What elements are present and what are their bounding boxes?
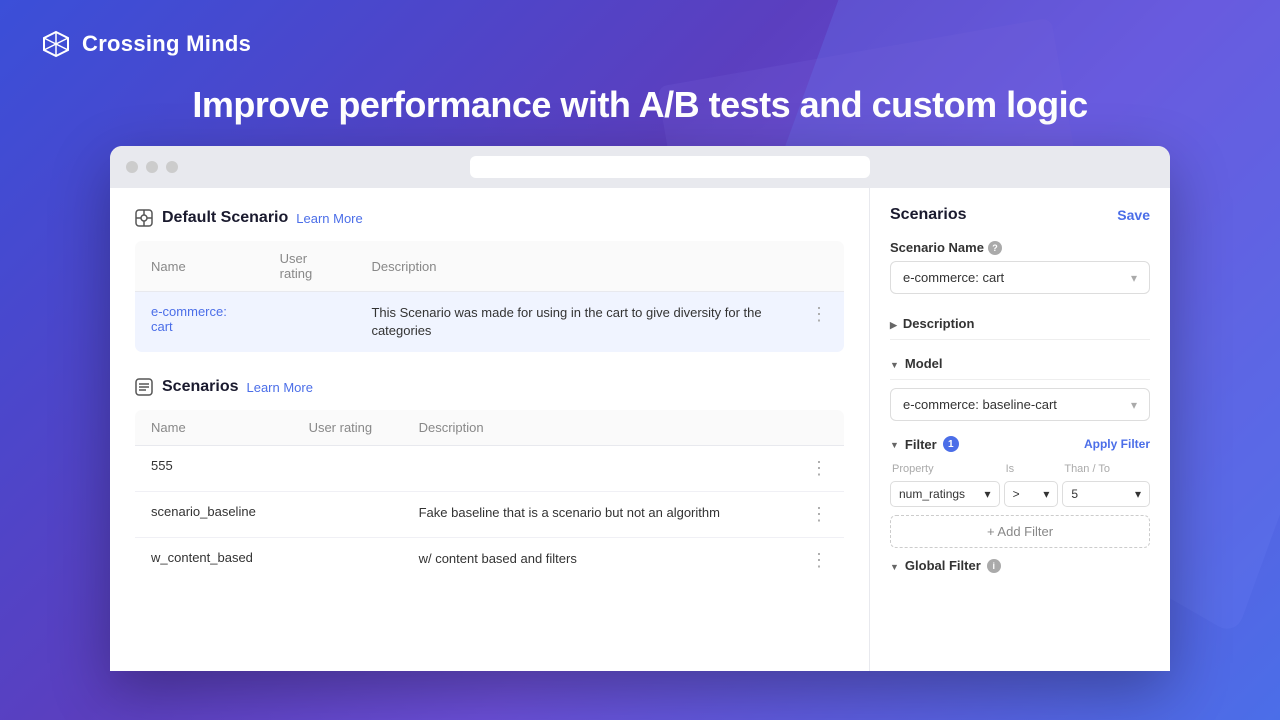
filter-property-label: Property [890, 463, 1000, 475]
row-menu-content[interactable] [786, 538, 844, 584]
default-scenario-section: Default Scenario Learn More Name User ra… [134, 208, 845, 353]
row-menu-555[interactable] [786, 446, 844, 492]
scenarios-header: Scenarios Learn More [134, 377, 845, 397]
filter-section: Filter 1 Apply Filter Property Is Than /… [890, 435, 1150, 558]
filter-header: Filter 1 Apply Filter [890, 435, 1150, 453]
model-toggle[interactable]: Model [890, 348, 1150, 380]
filter-collapse-icon [890, 435, 899, 453]
model-chevron: ▾ [1131, 398, 1137, 412]
row-desc-content: w/ content based and filters [403, 538, 787, 584]
row-desc-baseline: Fake baseline that is a scenario but not… [403, 492, 787, 538]
scenario-name-section: Scenario Name ? e-commerce: cart ▾ [890, 240, 1150, 294]
filter-left: Filter 1 [890, 435, 959, 453]
scenarios-table: Name User rating Description 555 [134, 409, 845, 584]
model-select[interactable]: e-commerce: baseline-cart ▾ [890, 388, 1150, 421]
model-select-section: e-commerce: baseline-cart ▾ [890, 388, 1150, 421]
scenarios-col-description: Description [403, 410, 787, 446]
default-scenario-table: Name User rating Description e-commerce:… [134, 240, 845, 353]
add-filter-button[interactable]: + Add Filter [890, 515, 1150, 548]
content-area: Default Scenario Learn More Name User ra… [110, 188, 1170, 671]
browser-chrome [110, 146, 1170, 188]
table-row: w_content_based w/ content based and fil… [135, 538, 845, 584]
filter-row: num_ratings ▾ > ▾ 5 ▾ [890, 481, 1150, 507]
filter-than-to-select[interactable]: 5 ▾ [1062, 481, 1150, 507]
right-panel-header: Scenarios Save [890, 206, 1150, 224]
filter-property-chevron: ▾ [985, 487, 991, 501]
scenario-name-info-icon: ? [988, 241, 1002, 255]
browser-dot-green [166, 161, 178, 173]
default-scenario-title: Default Scenario [162, 209, 288, 227]
hero-title: Improve performance with A/B tests and c… [0, 60, 1280, 146]
scenario-name-link[interactable]: e-commerce: cart [151, 304, 227, 334]
scenario-name-label: Scenario Name ? [890, 240, 1150, 255]
apply-filter-button[interactable]: Apply Filter [1084, 437, 1150, 451]
scenarios-icon [134, 377, 154, 397]
default-scenario-header: Default Scenario Learn More [134, 208, 845, 228]
row-name-baseline: scenario_baseline [135, 492, 293, 538]
description-toggle[interactable]: Description [890, 308, 1150, 340]
scenarios-col-rating: User rating [293, 410, 403, 446]
global-filter-label: Global Filter [905, 558, 981, 573]
filter-count-badge: 1 [943, 436, 959, 452]
browser-addressbar [470, 156, 870, 178]
browser-window: Default Scenario Learn More Name User ra… [110, 146, 1170, 671]
filter-is-select[interactable]: > ▾ [1004, 481, 1059, 507]
scenarios-section: Scenarios Learn More Name User rating De… [134, 377, 845, 584]
browser-dot-yellow [146, 161, 158, 173]
scenarios-col-name: Name [135, 410, 293, 446]
model-chevron-icon [890, 356, 899, 371]
table-row: scenario_baseline Fake baseline that is … [135, 492, 845, 538]
row-name-content: w_content_based [135, 538, 293, 584]
filter-than-to-label: Than / To [1062, 463, 1150, 475]
brand-name: Crossing Minds [82, 31, 251, 57]
main-panel: Default Scenario Learn More Name User ra… [110, 188, 870, 671]
scenarios-learn-more[interactable]: Learn More [246, 380, 312, 395]
filter-title: Filter [905, 437, 937, 452]
default-scenario-icon [134, 208, 154, 228]
filter-than-to-chevron: ▾ [1135, 487, 1141, 501]
header: Crossing Minds [0, 0, 1280, 60]
default-scenario-col-name: Name [135, 241, 264, 292]
row-menu-baseline[interactable] [786, 492, 844, 538]
filter-is-chevron: ▾ [1043, 487, 1049, 501]
right-panel: Scenarios Save Scenario Name ? e-commerc… [870, 188, 1170, 671]
row-name-555: 555 [135, 446, 293, 492]
row-menu-button[interactable] [794, 292, 845, 353]
logo: Crossing Minds [40, 28, 251, 60]
browser-dot-red [126, 161, 138, 173]
global-filter-chevron-icon [890, 558, 899, 573]
scenario-name-chevron: ▾ [1131, 271, 1137, 285]
global-filter-info-icon: i [987, 559, 1001, 573]
filter-columns-header: Property Is Than / To [890, 463, 1150, 475]
scenarios-title: Scenarios [162, 378, 238, 396]
filter-is-label: Is [1004, 463, 1059, 475]
scenario-name-select[interactable]: e-commerce: cart ▾ [890, 261, 1150, 294]
right-panel-title: Scenarios [890, 206, 966, 224]
table-row: e-commerce: cart This Scenario was made … [135, 292, 845, 353]
table-row: 555 [135, 446, 845, 492]
logo-icon [40, 28, 72, 60]
filter-property-select[interactable]: num_ratings ▾ [890, 481, 1000, 507]
save-button[interactable]: Save [1117, 207, 1150, 223]
global-filter-section[interactable]: Global Filter i [890, 558, 1150, 573]
default-scenario-col-rating: User rating [264, 241, 356, 292]
default-scenario-learn-more[interactable]: Learn More [296, 211, 362, 226]
description-chevron-icon [890, 316, 897, 331]
default-scenario-col-description: Description [355, 241, 794, 292]
scenario-description: This Scenario was made for using in the … [355, 292, 794, 353]
